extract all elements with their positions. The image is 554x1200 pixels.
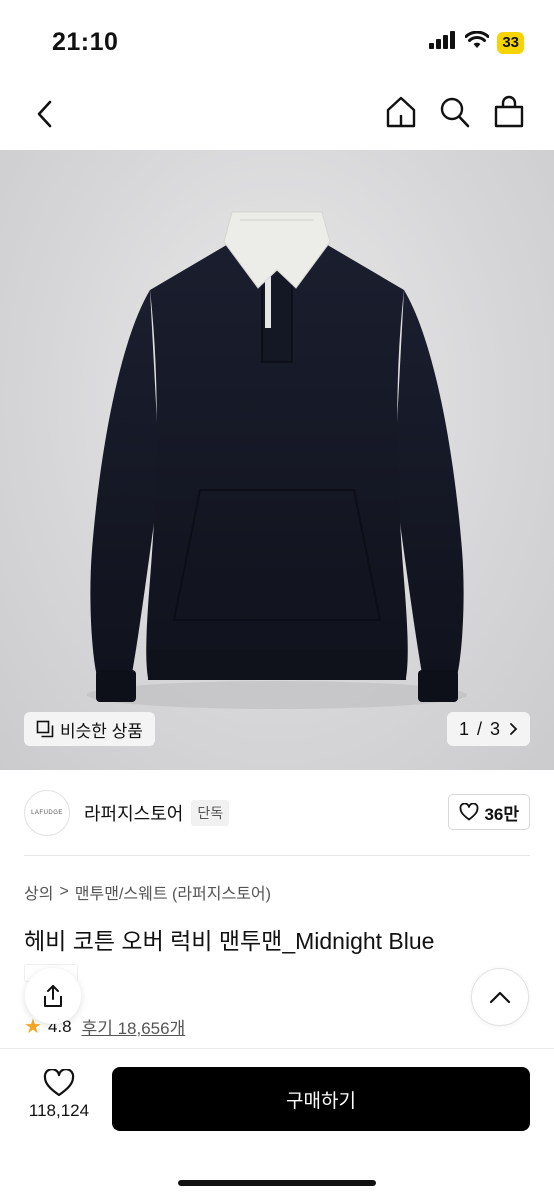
product-title: 헤비 코튼 오버 럭비 맨투맨_Midnight Blue xyxy=(24,928,435,954)
store-name[interactable]: 라퍼지스토어 xyxy=(84,800,183,826)
share-icon xyxy=(44,985,62,1007)
status-bar: 21:10 33 xyxy=(0,0,554,80)
store-like-button[interactable]: 36만 xyxy=(448,794,530,830)
heart-icon xyxy=(460,803,479,821)
breadcrumb: 상의 > 맨투맨/스웨트 (라퍼지스토어) xyxy=(24,880,271,904)
status-time: 21:10 xyxy=(52,28,119,56)
review-link[interactable]: 후기 18,656개 xyxy=(82,1014,186,1039)
similar-items-icon xyxy=(36,720,54,738)
scroll-top-button[interactable] xyxy=(471,968,529,1026)
wifi-icon xyxy=(464,30,490,54)
store-row[interactable]: LAFUDGE 라퍼지스토어 단독 36만 xyxy=(24,790,530,836)
signal-icon xyxy=(429,31,457,54)
chevron-right-icon xyxy=(510,723,518,735)
back-chevron-icon xyxy=(37,100,52,128)
status-icons: 33 xyxy=(429,30,524,54)
search-button[interactable] xyxy=(438,94,472,130)
home-button[interactable] xyxy=(384,94,418,130)
purchase-bar: 118,124 구매하기 xyxy=(0,1049,554,1200)
product-image-gallery[interactable]: 비슷한 상품 1 / 3 xyxy=(0,150,554,770)
home-icon xyxy=(386,96,416,128)
breadcrumb-separator: > xyxy=(59,883,69,900)
battery-indicator: 33 xyxy=(497,31,524,54)
similar-products-button[interactable]: 비슷한 상품 xyxy=(24,712,155,746)
heart-icon xyxy=(43,1069,75,1097)
wishlist-button[interactable]: 118,124 xyxy=(24,1069,94,1121)
home-indicator xyxy=(178,1180,376,1186)
store-like-count: 36만 xyxy=(484,804,519,824)
breadcrumb-item[interactable]: 상의 xyxy=(24,880,53,904)
share-button[interactable] xyxy=(25,968,81,1024)
product-photo xyxy=(87,211,467,709)
gallery-pager[interactable]: 1 / 3 xyxy=(446,712,530,746)
exclusive-badge: 단독 xyxy=(191,800,230,826)
wishlist-count: 118,124 xyxy=(28,1101,90,1120)
search-icon xyxy=(440,97,470,128)
store-logo[interactable]: LAFUDGE xyxy=(24,790,70,836)
similar-products-label: 비슷한 상품 xyxy=(60,721,143,741)
top-nav xyxy=(0,80,554,150)
breadcrumb-item[interactable]: 맨투맨/스웨트 (라퍼지스토어) xyxy=(75,880,271,904)
cart-button[interactable] xyxy=(492,94,526,130)
back-button[interactable] xyxy=(28,96,60,132)
shopping-bag-icon xyxy=(494,95,524,128)
divider xyxy=(24,855,530,856)
chevron-up-icon xyxy=(489,991,511,1004)
page-total: 3 xyxy=(489,718,500,739)
page-current: 1 xyxy=(458,718,469,739)
page-separator: / xyxy=(476,718,482,739)
buy-button[interactable]: 구매하기 xyxy=(112,1067,530,1131)
